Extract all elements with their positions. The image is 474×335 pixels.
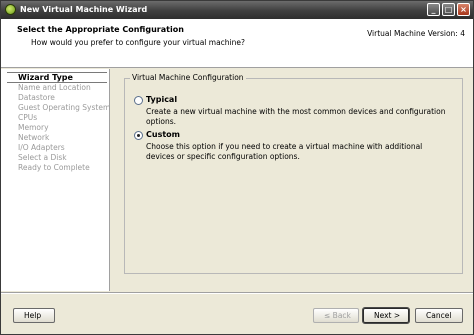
- step-io-adapters: I/O Adapters: [18, 143, 65, 152]
- typical-option-description: Create a new virtual machine with the mo…: [146, 107, 446, 126]
- step-guest-os: Guest Operating System: [18, 103, 111, 112]
- maximize-icon[interactable]: □: [442, 3, 455, 16]
- vm-version-label: Virtual Machine Version: 4: [367, 29, 465, 38]
- close-icon[interactable]: ×: [457, 3, 470, 16]
- step-datastore: Datastore: [18, 93, 55, 102]
- wizard-window: New Virtual Machine Wizard _ □ × Select …: [0, 0, 474, 335]
- step-name-and-location: Name and Location: [18, 83, 91, 92]
- vm-configuration-group: Virtual Machine Configuration Typical Cr…: [124, 73, 463, 274]
- next-button[interactable]: Next >: [362, 307, 410, 324]
- custom-option-label[interactable]: Custom: [146, 130, 180, 139]
- step-cpus: CPUs: [18, 113, 38, 122]
- step-select-disk: Select a Disk: [18, 153, 67, 162]
- step-memory: Memory: [18, 123, 49, 132]
- typical-option-label[interactable]: Typical: [146, 95, 177, 104]
- typical-radio[interactable]: [134, 96, 143, 105]
- wizard-header: Select the Appropriate Configuration How…: [1, 19, 473, 68]
- wizard-content: Virtual Machine Configuration Typical Cr…: [110, 69, 473, 291]
- title-bar[interactable]: New Virtual Machine Wizard _ □ ×: [1, 1, 473, 19]
- window-title: New Virtual Machine Wizard: [20, 5, 148, 14]
- step-wizard-type: Wizard Type: [7, 72, 107, 83]
- minimize-icon[interactable]: _: [427, 3, 440, 16]
- custom-option-description: Choose this option if you need to create…: [146, 142, 423, 161]
- page-subtitle: How would you prefer to configure your v…: [31, 38, 245, 47]
- step-ready-to-complete: Ready to Complete: [18, 163, 90, 172]
- vmware-logo-icon: [5, 4, 16, 15]
- footer-divider: [1, 292, 473, 294]
- page-title: Select the Appropriate Configuration: [17, 25, 184, 34]
- cancel-button[interactable]: Cancel: [415, 308, 463, 323]
- wizard-steps-panel: Wizard Type Name and Location Datastore …: [1, 69, 110, 291]
- custom-radio[interactable]: [134, 131, 143, 140]
- group-legend: Virtual Machine Configuration: [130, 73, 246, 82]
- help-button[interactable]: Help: [13, 308, 55, 323]
- back-button[interactable]: ≤ Back: [313, 308, 359, 323]
- step-network: Network: [18, 133, 50, 142]
